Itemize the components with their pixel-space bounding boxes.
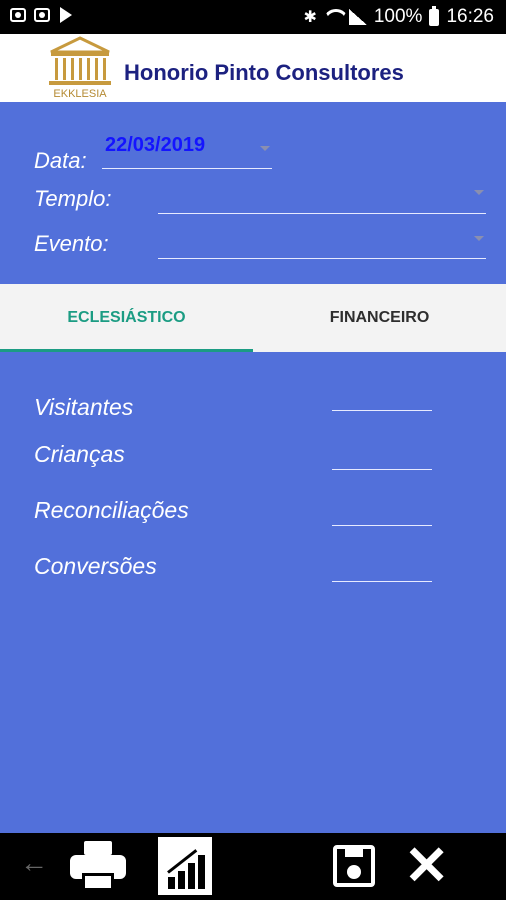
chart-bar bbox=[178, 871, 185, 889]
conversoes-label: Conversões bbox=[34, 553, 157, 579]
battery-icon bbox=[429, 5, 440, 26]
logo-text: EKKLESIA bbox=[53, 88, 107, 100]
app-title: Honorio Pinto Consultores bbox=[124, 60, 404, 85]
app-header: EKKLESIA Honorio Pinto Consultores bbox=[0, 34, 506, 102]
reconciliacoes-label: Reconciliações bbox=[34, 497, 189, 523]
evento-label: Evento: bbox=[34, 231, 109, 256]
tab-bar: ECLESIÁSTICO FINANCEIRO bbox=[0, 284, 506, 352]
tab-eclesiastico[interactable]: ECLESIÁSTICO bbox=[0, 284, 253, 352]
bluetooth-icon: ✱ bbox=[303, 9, 317, 26]
temple-icon bbox=[49, 36, 111, 85]
notification-camera-icon bbox=[34, 8, 50, 22]
visitantes-input[interactable] bbox=[332, 410, 432, 411]
notification-icons bbox=[10, 7, 72, 23]
criancas-label: Crianças bbox=[34, 441, 125, 467]
date-underline bbox=[102, 168, 272, 169]
chart-bar bbox=[168, 877, 175, 889]
back-arrow-icon[interactable]: ← bbox=[20, 847, 48, 879]
bottom-toolbar: ← ✕ bbox=[0, 833, 506, 900]
printer-paper bbox=[82, 873, 114, 891]
status-bar: ✱ 100% 16:26 bbox=[0, 0, 506, 34]
chart-icon[interactable] bbox=[158, 837, 212, 895]
save-icon[interactable] bbox=[333, 845, 375, 887]
printer-icon[interactable] bbox=[70, 841, 126, 891]
chart-bar bbox=[198, 855, 205, 889]
close-icon[interactable]: ✕ bbox=[404, 837, 449, 895]
battery-percent: 100% bbox=[373, 6, 423, 27]
templo-label: Templo: bbox=[34, 186, 112, 211]
signal-icon bbox=[348, 9, 367, 25]
active-tab-indicator bbox=[0, 349, 253, 352]
system-icons: ✱ 100% 16:26 bbox=[303, 5, 494, 28]
notification-camera-icon bbox=[10, 8, 26, 22]
templo-select[interactable] bbox=[158, 213, 486, 214]
visitantes-label: Visitantes bbox=[34, 394, 134, 420]
templo-dropdown-arrow-icon[interactable] bbox=[474, 190, 484, 195]
evento-select[interactable] bbox=[158, 258, 486, 259]
temple-logo: EKKLESIA bbox=[45, 36, 115, 100]
play-store-icon bbox=[60, 7, 72, 23]
date-label: Data: bbox=[34, 148, 87, 173]
printer-top bbox=[84, 841, 112, 855]
date-dropdown-arrow-icon[interactable] bbox=[260, 146, 270, 151]
conversoes-input[interactable] bbox=[332, 581, 432, 582]
clock: 16:26 bbox=[446, 6, 494, 27]
chart-bar bbox=[188, 863, 195, 889]
evento-dropdown-arrow-icon[interactable] bbox=[474, 236, 484, 241]
tab-financeiro[interactable]: FINANCEIRO bbox=[253, 284, 506, 352]
reconciliacoes-input[interactable] bbox=[332, 525, 432, 526]
date-picker[interactable]: 22/03/2019 bbox=[105, 134, 205, 157]
wifi-icon bbox=[324, 9, 342, 25]
criancas-input[interactable] bbox=[332, 469, 432, 470]
